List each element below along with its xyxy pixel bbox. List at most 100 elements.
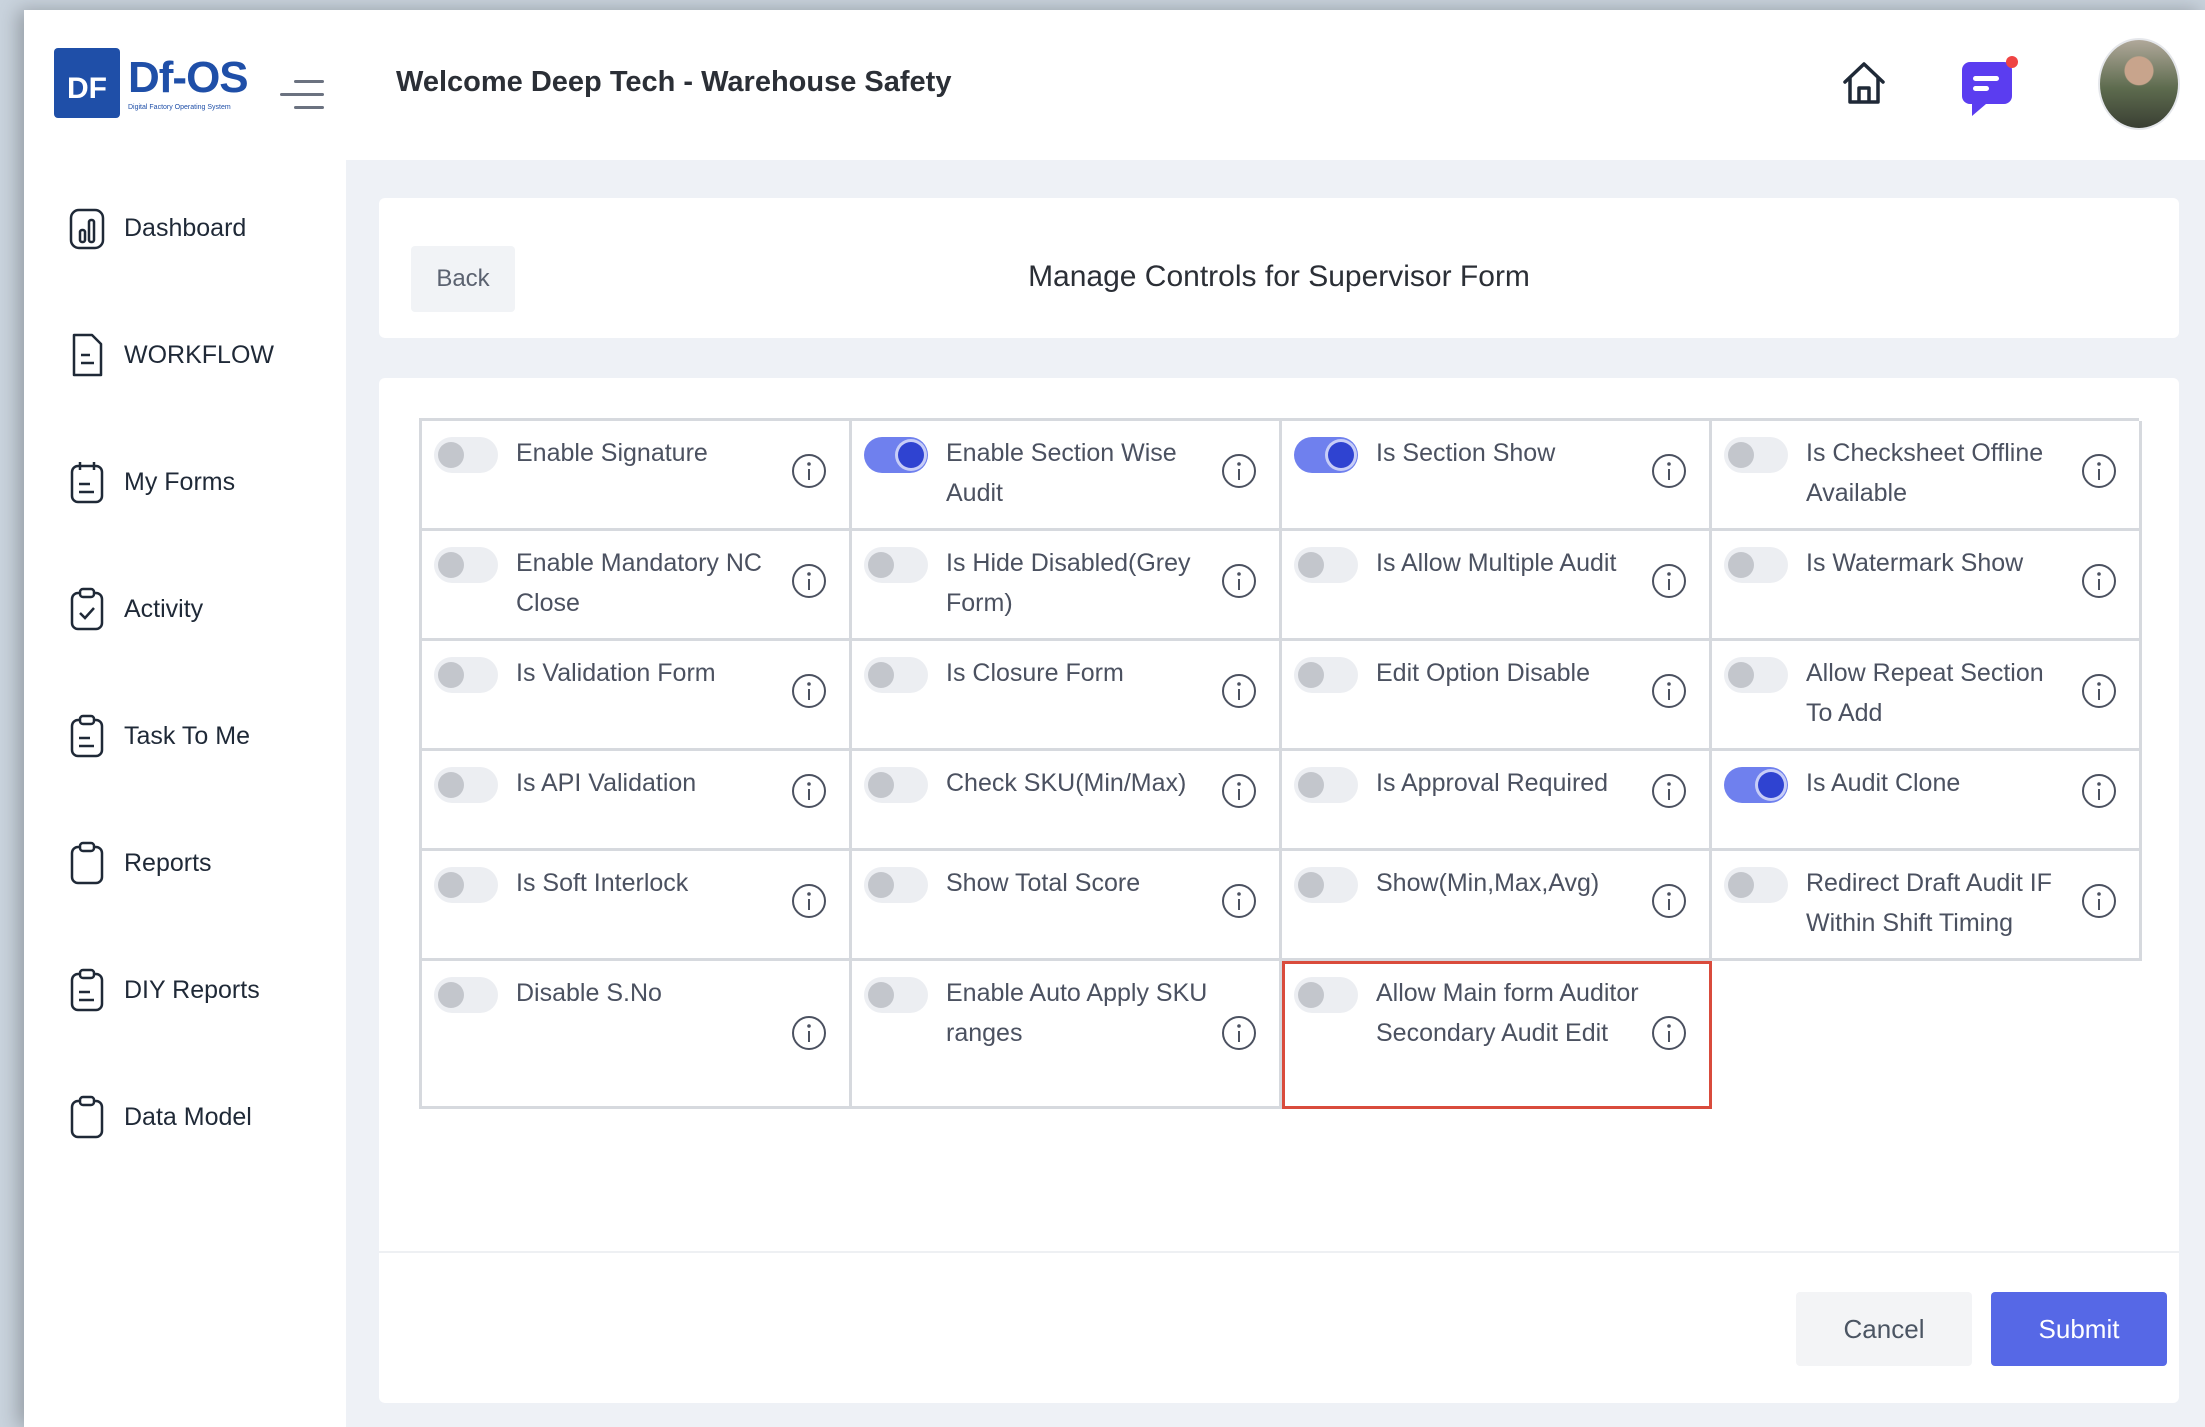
toggle-knob	[868, 552, 894, 578]
hamburger-menu-icon[interactable]	[280, 80, 324, 114]
sidebar-item-label: Dashboard	[124, 213, 247, 242]
control-toggle[interactable]	[1724, 867, 1788, 903]
sidebar-item-my-forms[interactable]: My Forms	[68, 454, 274, 510]
toggle-knob	[438, 982, 464, 1008]
toggle-knob	[1298, 772, 1324, 798]
controls-grid: Enable Signature Enable Section Wise Audi…	[419, 418, 2142, 1109]
home-icon[interactable]	[1839, 58, 1889, 108]
sidebar-item-workflow[interactable]: WORKFLOW	[68, 327, 274, 383]
info-icon[interactable]	[791, 773, 827, 809]
control-toggle[interactable]	[864, 657, 928, 693]
control-toggle[interactable]	[434, 867, 498, 903]
control-toggle[interactable]	[864, 437, 928, 473]
info-icon[interactable]	[1651, 563, 1687, 599]
avatar[interactable]	[2098, 38, 2180, 130]
info-icon[interactable]	[1651, 883, 1687, 919]
control-cell: Allow Repeat Section To Add	[1712, 641, 2142, 751]
control-label: Check SKU(Min/Max)	[946, 769, 1187, 797]
control-toggle[interactable]	[434, 977, 498, 1013]
info-icon[interactable]	[1221, 1015, 1257, 1051]
control-toggle[interactable]	[864, 867, 928, 903]
control-cell: Is Hide Disabled(Grey Form)	[852, 531, 1282, 641]
info-icon[interactable]	[791, 563, 827, 599]
sidebar-item-diy-reports[interactable]: DIY Reports	[68, 962, 274, 1018]
control-toggle[interactable]	[1294, 867, 1358, 903]
toggle-knob	[438, 552, 464, 578]
control-toggle[interactable]	[864, 767, 928, 803]
top-header: Welcome Deep Tech - Warehouse Safety	[346, 10, 2205, 160]
control-cell: Enable Signature	[422, 421, 852, 531]
control-toggle[interactable]	[864, 547, 928, 583]
info-icon[interactable]	[1651, 1015, 1687, 1051]
control-label: Edit Option Disable	[1376, 659, 1591, 687]
toggle-knob	[868, 982, 894, 1008]
submit-button[interactable]: Submit	[1991, 1292, 2167, 1366]
control-toggle[interactable]	[434, 437, 498, 473]
control-cell: Enable Mandatory NC Close	[422, 531, 852, 641]
control-toggle[interactable]	[1724, 547, 1788, 583]
control-cell: Is Closure Form	[852, 641, 1282, 751]
info-icon[interactable]	[1221, 563, 1257, 599]
info-icon[interactable]	[791, 673, 827, 709]
info-icon[interactable]	[2081, 673, 2117, 709]
info-icon[interactable]	[791, 1015, 827, 1051]
info-icon[interactable]	[1221, 883, 1257, 919]
logo-mark: DF	[54, 48, 120, 118]
sidebar: DF Df-OS Digital Factory Operating Syste…	[24, 10, 346, 1427]
info-icon[interactable]	[1651, 773, 1687, 809]
info-icon[interactable]	[1651, 453, 1687, 489]
control-toggle[interactable]	[434, 547, 498, 583]
control-toggle[interactable]	[1294, 657, 1358, 693]
sidebar-item-label: WORKFLOW	[124, 340, 274, 369]
toggle-knob	[1728, 552, 1754, 578]
sidebar-item-reports[interactable]: Reports	[68, 835, 274, 891]
sidebar-item-task-to-me[interactable]: Task To Me	[68, 708, 274, 764]
control-toggle[interactable]	[864, 977, 928, 1013]
sidebar-item-label: Data Model	[124, 1102, 252, 1131]
info-icon[interactable]	[791, 453, 827, 489]
control-toggle[interactable]	[1724, 767, 1788, 803]
toggle-knob	[1728, 872, 1754, 898]
info-icon[interactable]	[1221, 453, 1257, 489]
control-label: Is Soft Interlock	[516, 869, 689, 897]
control-toggle[interactable]	[1724, 437, 1788, 473]
logo-tagline: Digital Factory Operating System	[128, 103, 231, 111]
control-toggle[interactable]	[1724, 657, 1788, 693]
control-toggle[interactable]	[1294, 437, 1358, 473]
info-icon[interactable]	[1221, 673, 1257, 709]
info-icon[interactable]	[1221, 773, 1257, 809]
control-label: Redirect Draft Audit IF Within Shift Tim…	[1806, 869, 2052, 937]
control-cell: Is Soft Interlock	[422, 851, 852, 961]
sidebar-item-label: Task To Me	[124, 721, 250, 750]
info-icon[interactable]	[1651, 673, 1687, 709]
logo-title: Df-OS	[128, 52, 249, 102]
toggle-knob	[438, 662, 464, 688]
sidebar-item-data-model[interactable]: Data Model	[68, 1089, 274, 1145]
control-toggle[interactable]	[1294, 547, 1358, 583]
info-icon[interactable]	[2081, 453, 2117, 489]
cancel-button[interactable]: Cancel	[1796, 1292, 1972, 1366]
control-label: Enable Signature	[516, 439, 708, 467]
sidebar-item-label: My Forms	[124, 467, 236, 496]
toggle-knob	[438, 872, 464, 898]
control-label: Is Approval Required	[1376, 769, 1609, 797]
chat-icon[interactable]	[1958, 54, 2020, 120]
control-toggle[interactable]	[434, 767, 498, 803]
control-toggle[interactable]	[434, 657, 498, 693]
control-cell: Disable S.No	[422, 961, 852, 1109]
toggle-knob	[1298, 872, 1324, 898]
control-toggle[interactable]	[1294, 767, 1358, 803]
sidebar-item-activity[interactable]: Activity	[68, 581, 274, 637]
info-icon[interactable]	[791, 883, 827, 919]
sidebar-item-dashboard[interactable]: Dashboard	[68, 200, 274, 256]
info-icon[interactable]	[2081, 563, 2117, 599]
toggle-knob	[868, 772, 894, 798]
control-toggle[interactable]	[1294, 977, 1358, 1013]
logo: DF Df-OS Digital Factory Operating Syste…	[54, 48, 249, 118]
toggle-knob	[1328, 442, 1354, 468]
sidebar-item-label: Activity	[124, 594, 204, 623]
page-title: Manage Controls for Supervisor Form	[1028, 260, 1530, 293]
toggle-knob	[1758, 772, 1784, 798]
info-icon[interactable]	[2081, 773, 2117, 809]
info-icon[interactable]	[2081, 883, 2117, 919]
